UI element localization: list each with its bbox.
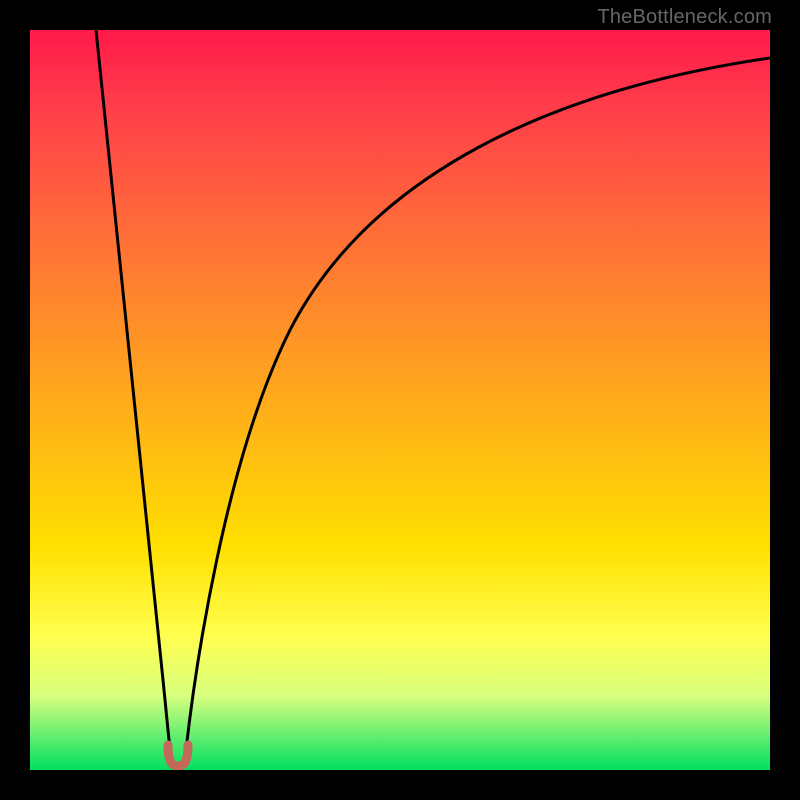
plot-area: [30, 30, 770, 770]
chart-frame: TheBottleneck.com: [0, 0, 800, 800]
valley-marker-icon: [168, 745, 188, 766]
curve-right-branch: [186, 58, 770, 750]
curve-left-branch: [96, 30, 170, 750]
curves-layer: [30, 30, 770, 770]
watermark-text: TheBottleneck.com: [597, 6, 772, 29]
